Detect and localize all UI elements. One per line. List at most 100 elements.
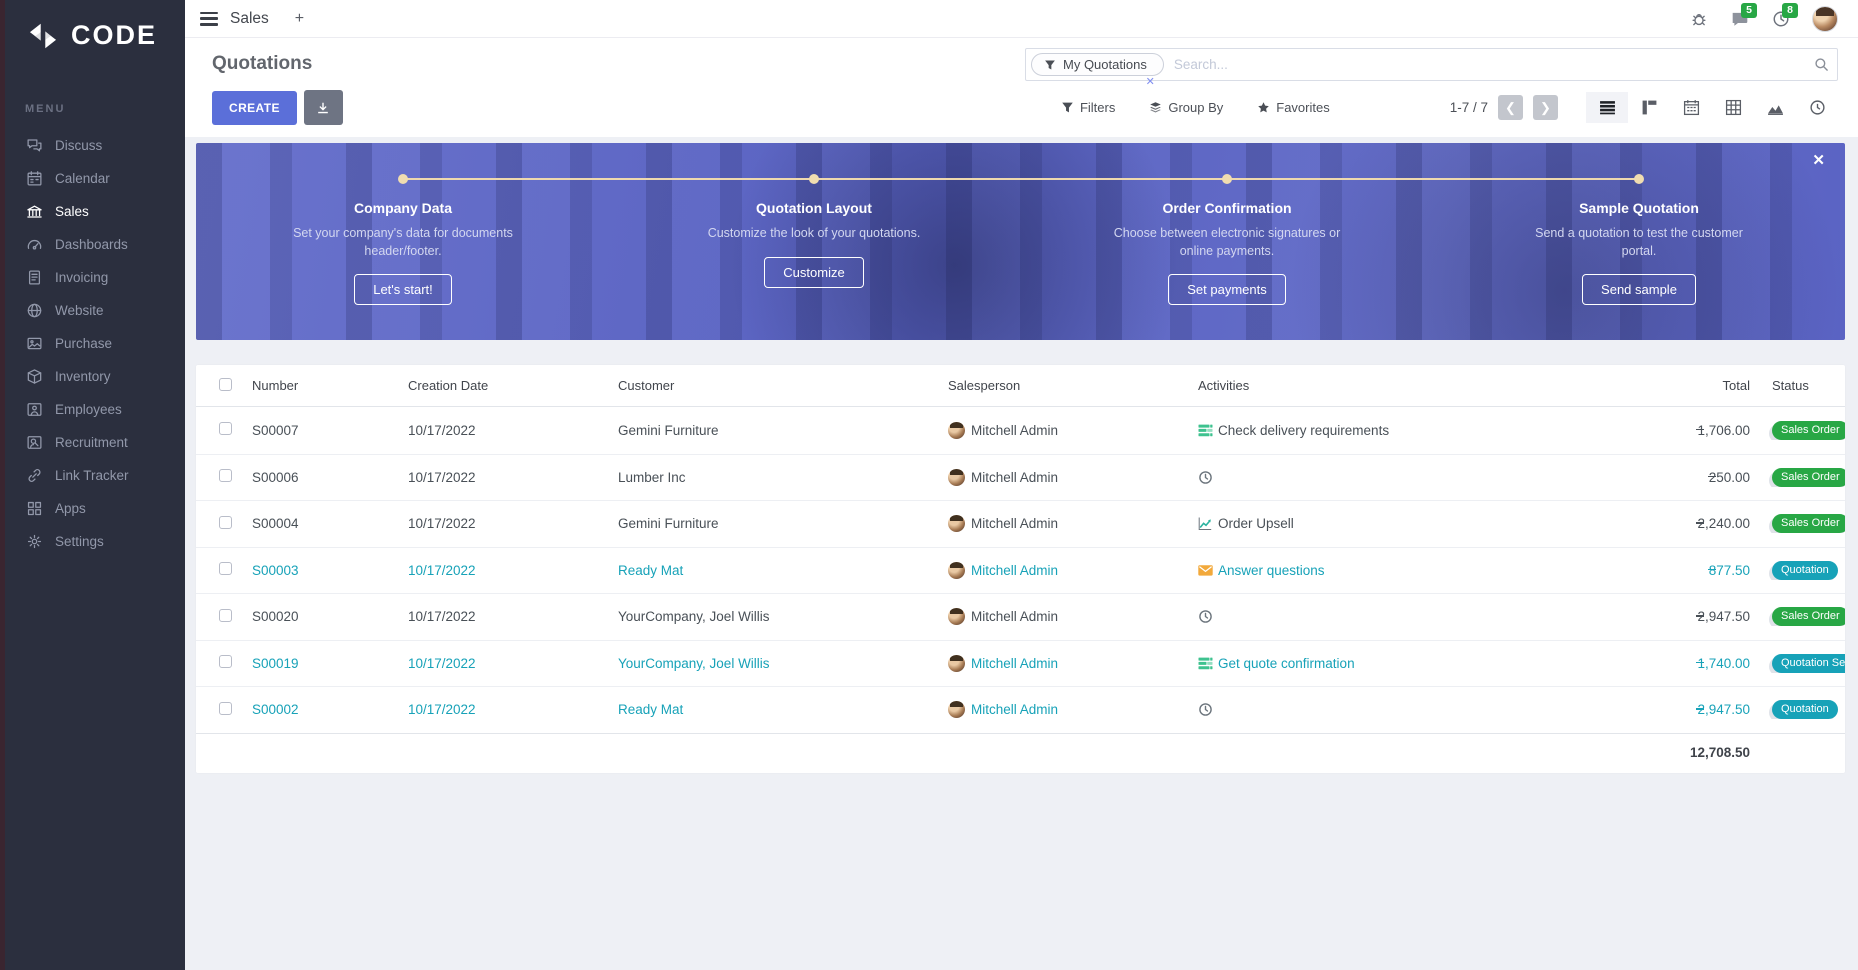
brand-logo[interactable]: CODE — [0, 0, 185, 51]
table-row[interactable]: S0000610/17/2022Lumber IncMitchell Admin… — [196, 454, 1845, 501]
filters-button[interactable]: Filters — [1061, 100, 1115, 115]
row-checkbox[interactable] — [219, 469, 232, 482]
search-icon[interactable] — [1814, 57, 1829, 72]
row-checkbox[interactable] — [219, 516, 232, 529]
pivot-view-button[interactable] — [1712, 92, 1754, 123]
table-row[interactable]: S0001910/17/2022YourCompany, Joel Willis… — [196, 640, 1845, 687]
sidebar-item-inventory[interactable]: Inventory — [0, 360, 185, 393]
step-dot — [809, 174, 819, 184]
banner-close-icon[interactable]: ✕ — [1812, 151, 1825, 169]
sidebar-item-sales[interactable]: Sales — [0, 195, 185, 228]
export-button[interactable] — [304, 90, 343, 125]
activity-cell[interactable]: Order Upsell — [1180, 516, 1560, 531]
activity-cell[interactable]: Answer questions — [1180, 563, 1560, 578]
sidebar-item-purchase[interactable]: Purchase — [0, 327, 185, 360]
app-root: CODE MENU DiscussCalendarSalesDashboards… — [0, 0, 1858, 970]
pager-previous-button[interactable]: ❮ — [1498, 95, 1523, 120]
activity-cell[interactable] — [1180, 702, 1560, 717]
company-data-start-button[interactable]: Let's start! — [354, 274, 452, 305]
column-header-status[interactable]: Status — [1755, 378, 1845, 393]
sidebar-item-discuss[interactable]: Discuss — [0, 129, 185, 162]
table-row[interactable]: S0000210/17/2022Ready MatMitchell Admin2… — [196, 686, 1845, 733]
activities-clock-icon[interactable]: 8 — [1771, 9, 1791, 29]
header-checkbox[interactable] — [219, 378, 232, 391]
activity-cell[interactable]: Get quote confirmation — [1180, 656, 1560, 671]
dashboards-icon — [26, 236, 43, 253]
group-by-button[interactable]: Group By — [1149, 100, 1223, 115]
create-button[interactable]: CREATE — [212, 91, 297, 125]
calendar-view-button[interactable] — [1670, 92, 1712, 123]
column-header-number[interactable]: Number — [240, 378, 390, 393]
graph-view-button[interactable] — [1754, 92, 1796, 123]
salesperson-cell: Mitchell Admin — [930, 701, 1180, 718]
row-checkbox[interactable] — [219, 655, 232, 668]
messages-icon[interactable]: 5 — [1730, 9, 1750, 29]
sample-quotation-send-sample-button[interactable]: Send sample — [1582, 274, 1696, 305]
search-facet-my-quotations[interactable]: My Quotations ✕ — [1031, 53, 1164, 76]
status-badge: Sales Order — [1772, 468, 1845, 487]
sidebar-item-link-tracker[interactable]: Link Tracker — [0, 459, 185, 492]
activity-view-button[interactable] — [1796, 92, 1838, 123]
step-description: Customize the look of your quotations. — [694, 225, 934, 243]
order-confirmation-set-payments-button[interactable]: Set payments — [1168, 274, 1286, 305]
table-row[interactable]: S0000310/17/2022Ready MatMitchell AdminA… — [196, 547, 1845, 594]
row-checkbox[interactable] — [219, 609, 232, 622]
menu-toggle-icon[interactable] — [200, 12, 218, 26]
quotation-layout-customize-button[interactable]: Customize — [764, 257, 863, 288]
salesperson-avatar — [948, 608, 965, 625]
activity-view-icon — [1809, 99, 1826, 116]
total-amount: 2,240.00 — [1697, 516, 1750, 531]
sidebar-item-website[interactable]: Website — [0, 294, 185, 327]
step-dot — [1634, 174, 1644, 184]
view-switcher — [1586, 92, 1838, 123]
salesperson-cell: Mitchell Admin — [930, 562, 1180, 579]
total-cell: 250.00 — [1560, 470, 1755, 485]
column-header-salesperson[interactable]: Salesperson — [930, 378, 1180, 393]
salesperson-name: Mitchell Admin — [971, 656, 1058, 671]
table-footer-row: 12,708.50 — [196, 733, 1845, 771]
sidebar-item-label: Purchase — [55, 336, 112, 351]
step-dot — [1222, 174, 1232, 184]
sidebar-item-employees[interactable]: Employees — [0, 393, 185, 426]
sidebar-item-label: Inventory — [55, 369, 111, 384]
sidebar-item-recruitment[interactable]: Recruitment — [0, 426, 185, 459]
sidebar-item-invoicing[interactable]: Invoicing — [0, 261, 185, 294]
column-header-creation-date[interactable]: Creation Date — [390, 378, 600, 393]
favorites-button[interactable]: Favorites — [1257, 100, 1329, 115]
status-badge: Quotation — [1772, 700, 1838, 719]
pager-next-button[interactable]: ❯ — [1533, 95, 1558, 120]
column-header-total[interactable]: Total — [1560, 378, 1755, 393]
user-avatar[interactable] — [1812, 6, 1838, 32]
list-view-button[interactable] — [1586, 92, 1628, 123]
activity-cell[interactable] — [1180, 609, 1560, 624]
facet-remove-icon[interactable]: ✕ — [1146, 75, 1155, 88]
search-input[interactable] — [1164, 57, 1808, 72]
row-checkbox[interactable] — [219, 562, 232, 575]
sidebar-edge-strip — [0, 0, 5, 970]
row-checkbox[interactable] — [219, 702, 232, 715]
debug-bug-icon[interactable] — [1689, 9, 1709, 29]
total-cell: 2,240.00 — [1560, 516, 1755, 531]
favorites-star-icon — [1257, 101, 1270, 114]
table-row[interactable]: S0002010/17/2022YourCompany, Joel Willis… — [196, 593, 1845, 640]
step-title: Company Data — [253, 200, 553, 216]
step-description: Send a quotation to test the customer po… — [1519, 225, 1759, 260]
customer-name: Lumber Inc — [600, 470, 930, 485]
sidebar-item-apps[interactable]: Apps — [0, 492, 185, 525]
new-tab-button[interactable]: + — [295, 11, 304, 27]
salesperson-cell: Mitchell Admin — [930, 469, 1180, 486]
status-cell: Sales Order — [1755, 607, 1845, 626]
sidebar-item-dashboards[interactable]: Dashboards — [0, 228, 185, 261]
kanban-view-button[interactable] — [1628, 92, 1670, 123]
table-row[interactable]: S0000410/17/2022Gemini FurnitureMitchell… — [196, 500, 1845, 547]
activity-cell[interactable] — [1180, 470, 1560, 485]
table-row[interactable]: S0000710/17/2022Gemini FurnitureMitchell… — [196, 407, 1845, 454]
sidebar-item-calendar[interactable]: Calendar — [0, 162, 185, 195]
column-header-customer[interactable]: Customer — [600, 378, 930, 393]
activity-cell[interactable]: Check delivery requirements — [1180, 423, 1560, 438]
column-header-activities[interactable]: Activities — [1180, 378, 1560, 393]
total-amount: 2,947.50 — [1697, 702, 1750, 717]
current-app-name[interactable]: Sales — [230, 10, 269, 28]
row-checkbox[interactable] — [219, 422, 232, 435]
sidebar-item-settings[interactable]: Settings — [0, 525, 185, 558]
